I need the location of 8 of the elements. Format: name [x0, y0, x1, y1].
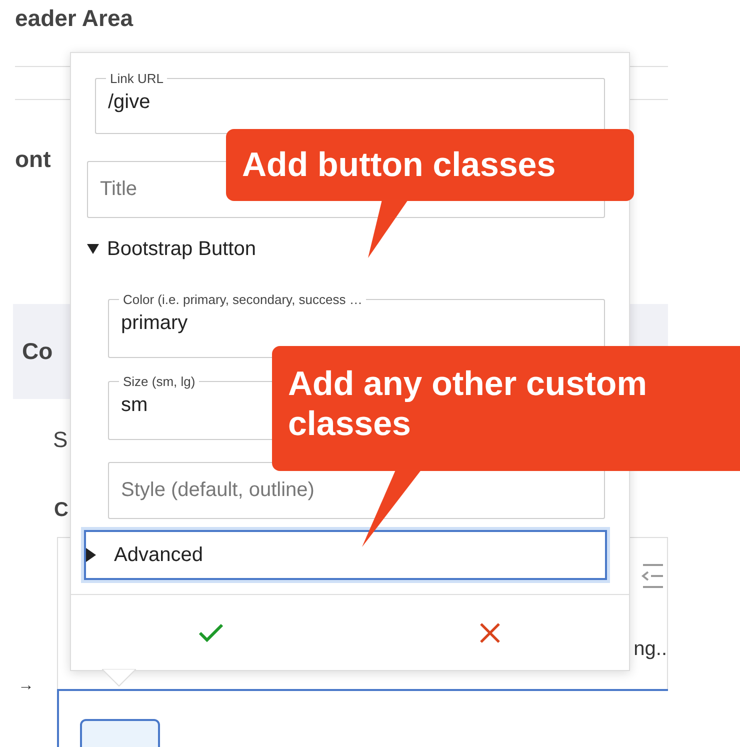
- callout-tooltip: Add any other custom classes: [272, 346, 740, 471]
- panel-heading: Co: [22, 338, 53, 365]
- arrow-glyph: →: [17, 677, 35, 695]
- editor-text: ng..: [634, 638, 667, 661]
- section-heading: eader Area: [15, 4, 134, 33]
- field-label: C: [54, 498, 68, 523]
- field-label: S: [53, 426, 68, 454]
- section-heading: ont: [15, 145, 51, 174]
